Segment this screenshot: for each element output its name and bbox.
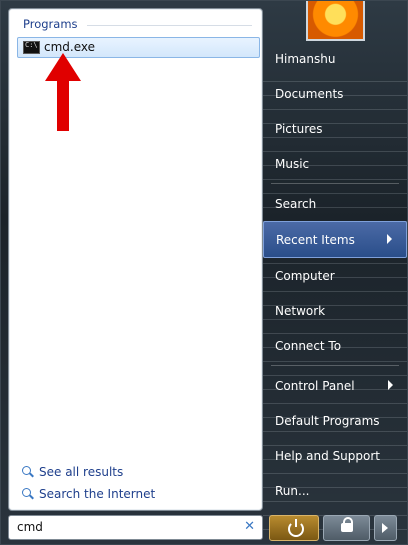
programs-header: Programs — [23, 17, 78, 31]
programs-header-divider — [87, 25, 252, 26]
start-search-text: cmd — [17, 520, 43, 534]
power-icon — [288, 519, 304, 537]
right-item-label: Recent Items — [276, 232, 355, 247]
chevron-right-icon — [388, 380, 393, 390]
magnifier-icon — [19, 465, 33, 479]
chevron-right-icon — [382, 523, 389, 533]
right-item-label: Default Programs — [275, 413, 380, 428]
right-item-label: Help and Support — [275, 448, 380, 463]
right-item-search[interactable]: Search — [263, 186, 407, 221]
right-item-label: Documents — [275, 86, 344, 101]
search-internet-label: Search the Internet — [39, 487, 156, 501]
lock-icon — [340, 517, 353, 532]
lock-button[interactable] — [322, 515, 371, 541]
power-button[interactable] — [269, 515, 319, 541]
clear-icon[interactable]: ✕ — [244, 519, 255, 534]
right-item-label: Computer — [275, 268, 335, 283]
right-item-label: Search — [275, 196, 317, 211]
see-all-results-label: See all results — [39, 465, 124, 479]
search-internet-link[interactable]: Search the Internet — [19, 483, 155, 505]
right-item-help-and-support[interactable]: Help and Support — [263, 438, 407, 473]
power-controls — [269, 515, 397, 541]
right-item-music[interactable]: Music — [263, 146, 407, 181]
right-item-recent-items[interactable]: Recent Items — [263, 221, 407, 258]
cmd-icon — [23, 41, 40, 54]
right-pane: Himanshu Documents Pictures Music Search… — [263, 41, 407, 508]
right-item-computer[interactable]: Computer — [263, 258, 407, 293]
chevron-right-icon — [387, 234, 392, 244]
start-menu-window: Programs cmd.exe See all results Search … — [0, 0, 408, 545]
right-item-label: Control Panel — [275, 378, 355, 393]
right-item-control-panel[interactable]: Control Panel — [263, 368, 407, 403]
see-all-results-link[interactable]: See all results — [19, 461, 155, 483]
right-item-label: Music — [275, 156, 310, 171]
right-item-pictures[interactable]: Pictures — [263, 111, 407, 146]
search-links: See all results Search the Internet — [19, 461, 155, 505]
more-options-button[interactable] — [374, 515, 397, 541]
right-item-label: Himanshu — [275, 51, 336, 66]
right-separator — [271, 365, 399, 366]
right-item-label: Network — [275, 303, 326, 318]
right-item-label: Pictures — [275, 121, 323, 136]
user-avatar[interactable] — [306, 1, 365, 41]
right-item-connect-to[interactable]: Connect To — [263, 328, 407, 363]
right-item-himanshu[interactable]: Himanshu — [263, 41, 407, 76]
right-item-label: Connect To — [275, 338, 342, 353]
red-arrow-icon — [45, 53, 81, 131]
right-item-default-programs[interactable]: Default Programs — [263, 403, 407, 438]
start-search-box[interactable]: cmd ✕ — [8, 515, 263, 540]
right-separator — [271, 183, 399, 184]
right-item-network[interactable]: Network — [263, 293, 407, 328]
right-item-label: Run... — [275, 483, 310, 498]
right-item-run[interactable]: Run... — [263, 473, 407, 508]
magnifier-icon — [19, 487, 33, 501]
search-result-label: cmd.exe — [44, 40, 96, 54]
right-item-documents[interactable]: Documents — [263, 76, 407, 111]
